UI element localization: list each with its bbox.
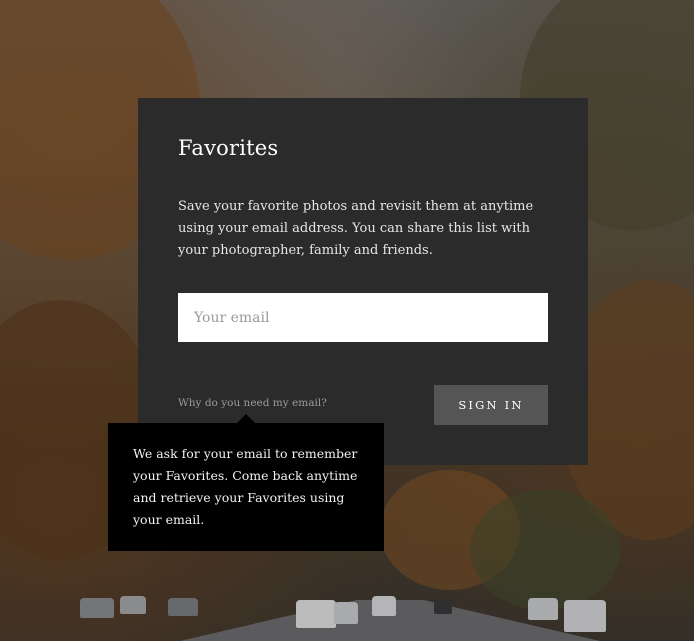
dialog-description: Save your favorite photos and revisit th… — [178, 199, 534, 258]
tooltip-text: We ask for your email to remember your F… — [133, 446, 358, 527]
favorites-dialog: Favorites Save your favorite photos and … — [138, 98, 588, 465]
sign-in-button[interactable]: SIGN IN — [434, 385, 548, 425]
email-reason-tooltip: We ask for your email to remember your F… — [108, 423, 384, 551]
email-input[interactable] — [178, 293, 548, 342]
why-email-link[interactable]: Why do you need my email? — [178, 397, 327, 409]
dialog-title: Favorites — [178, 136, 279, 160]
tooltip-arrow — [237, 414, 255, 423]
